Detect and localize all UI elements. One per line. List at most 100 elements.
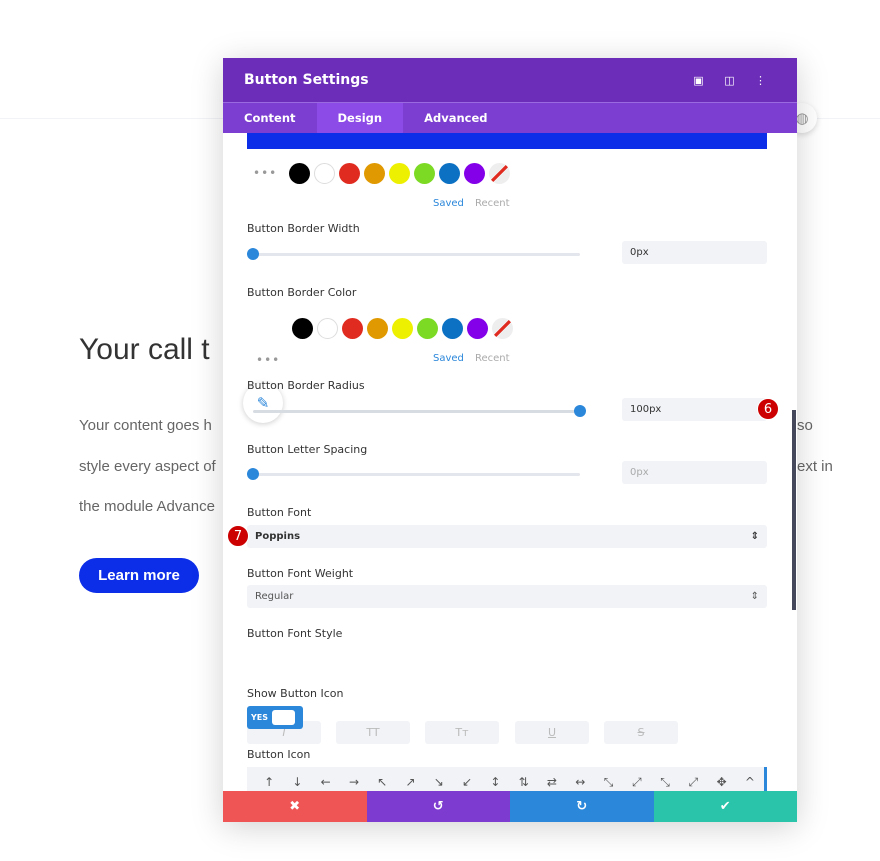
page-text: style every aspect of: [79, 458, 216, 475]
redo-button[interactable]: ↻: [510, 791, 654, 822]
saved-tab[interactable]: Saved: [433, 353, 464, 364]
select-arrows-icon: ⇕: [750, 531, 759, 542]
color-swatches: [292, 318, 513, 339]
no-color-swatch[interactable]: [492, 318, 513, 339]
color-swatch[interactable]: [342, 318, 363, 339]
tab-content[interactable]: Content: [223, 103, 317, 133]
no-color-swatch[interactable]: [489, 163, 510, 184]
more-colors-icon[interactable]: •••: [256, 353, 280, 367]
color-swatch[interactable]: [439, 163, 460, 184]
color-swatch[interactable]: [314, 163, 335, 184]
slider-handle[interactable]: [247, 468, 259, 480]
color-swatch[interactable]: [389, 163, 410, 184]
icon-option[interactable]: ↖: [368, 775, 396, 789]
color-swatch[interactable]: [339, 163, 360, 184]
border-color-label: Button Border Color: [247, 286, 357, 299]
selected-color-preview[interactable]: [247, 133, 767, 149]
border-radius-label: Button Border Radius: [247, 379, 365, 392]
more-options-icon[interactable]: ⋮: [745, 74, 776, 87]
border-radius-input[interactable]: 100px: [622, 398, 767, 421]
icon-option[interactable]: ^: [736, 775, 764, 789]
more-colors-icon[interactable]: •••: [253, 166, 277, 180]
page-heading: Your call t: [79, 333, 210, 366]
color-swatch[interactable]: [467, 318, 488, 339]
toggle-knob: [272, 710, 296, 725]
learn-more-button[interactable]: Learn more: [79, 558, 199, 593]
icon-option[interactable]: ↓: [283, 775, 311, 789]
undo-button[interactable]: ↺: [366, 791, 510, 822]
color-swatch[interactable]: [292, 318, 313, 339]
step-badge: 6: [757, 398, 779, 420]
settings-body: ••• Saved Recent Button Border Width 0px…: [223, 133, 797, 791]
split-view-icon[interactable]: ◫: [714, 74, 745, 87]
font-weight-value: Regular: [255, 591, 294, 602]
icon-option[interactable]: ⤡: [651, 775, 679, 790]
toggle-value: YES: [251, 713, 269, 722]
border-width-label: Button Border Width: [247, 222, 360, 235]
slider-handle[interactable]: [247, 248, 259, 260]
saved-tab[interactable]: Saved: [433, 198, 464, 209]
icon-option[interactable]: ↘: [425, 775, 453, 789]
icon-option[interactable]: ←: [312, 775, 340, 789]
icon-option[interactable]: ✥: [708, 775, 736, 789]
icon-option[interactable]: ⇅: [510, 775, 538, 789]
icon-option[interactable]: ↕: [481, 775, 509, 789]
modal-footer: ✖ ↺ ↻ ✔: [223, 791, 797, 822]
tab-bar: Content Design Advanced: [223, 102, 797, 133]
color-swatch[interactable]: [392, 318, 413, 339]
color-swatch[interactable]: [414, 163, 435, 184]
show-icon-label: Show Button Icon: [247, 687, 344, 700]
tab-design[interactable]: Design: [316, 103, 404, 133]
slider-handle[interactable]: [574, 405, 586, 417]
page-text: ext in: [797, 458, 833, 475]
letter-spacing-label: Button Letter Spacing: [247, 443, 368, 456]
icon-option[interactable]: ↔: [566, 775, 594, 789]
color-swatch[interactable]: [464, 163, 485, 184]
color-swatch[interactable]: [417, 318, 438, 339]
strikethrough-button[interactable]: S: [604, 721, 678, 744]
font-label: Button Font: [247, 506, 312, 519]
fullscreen-icon[interactable]: ▣: [683, 74, 714, 87]
recent-tab[interactable]: Recent: [475, 353, 510, 364]
color-swatch[interactable]: [289, 163, 310, 184]
capitalize-button[interactable]: Tт: [425, 721, 499, 744]
show-icon-toggle[interactable]: YES: [247, 706, 303, 729]
page-text: Your content goes h: [79, 417, 212, 434]
page-text: the module Advance: [79, 498, 215, 515]
icon-option[interactable]: ⤡: [594, 775, 622, 790]
modal-header: Button Settings ▣ ◫ ⋮: [223, 58, 797, 102]
color-swatch[interactable]: [317, 318, 338, 339]
icon-option[interactable]: ↑: [255, 775, 283, 789]
uppercase-button[interactable]: TT: [336, 721, 410, 744]
color-swatches: [289, 163, 510, 184]
cancel-button[interactable]: ✖: [223, 791, 367, 822]
icon-option[interactable]: →: [340, 775, 368, 789]
icon-option[interactable]: ⤢: [623, 775, 651, 790]
recent-tab[interactable]: Recent: [475, 198, 510, 209]
icon-option[interactable]: ↗: [396, 775, 424, 789]
border-width-slider[interactable]: [247, 248, 580, 260]
icon-picker: ↑ ↓ ← → ↖ ↗ ↘ ↙ ↕ ⇅ ⇄ ↔ ⤡ ⤢ ⤡ ⤢ ✥ ^: [247, 767, 767, 791]
color-swatch[interactable]: [442, 318, 463, 339]
font-style-label: Button Font Style: [247, 627, 343, 640]
page-text: so: [797, 417, 813, 434]
tab-advanced[interactable]: Advanced: [403, 103, 508, 133]
border-width-input[interactable]: 0px: [622, 241, 767, 264]
icon-option[interactable]: ⇄: [538, 775, 566, 789]
letter-spacing-input[interactable]: 0px: [622, 461, 767, 484]
color-swatch[interactable]: [367, 318, 388, 339]
button-settings-modal: Button Settings ▣ ◫ ⋮ Content Design Adv…: [223, 58, 797, 822]
icon-option[interactable]: ↙: [453, 775, 481, 789]
color-swatch[interactable]: [364, 163, 385, 184]
font-weight-label: Button Font Weight: [247, 567, 354, 580]
save-button[interactable]: ✔: [653, 791, 797, 822]
border-radius-slider[interactable]: [253, 405, 586, 417]
letter-spacing-slider[interactable]: [247, 468, 580, 480]
icon-option[interactable]: ⤢: [679, 775, 707, 790]
scrollbar[interactable]: [792, 410, 796, 610]
font-select[interactable]: Poppins ⇕: [247, 525, 767, 548]
font-weight-select[interactable]: Regular ⇕: [247, 585, 767, 608]
underline-button[interactable]: U: [515, 721, 589, 744]
select-arrows-icon: ⇕: [750, 591, 759, 602]
font-value: Poppins: [255, 531, 301, 542]
